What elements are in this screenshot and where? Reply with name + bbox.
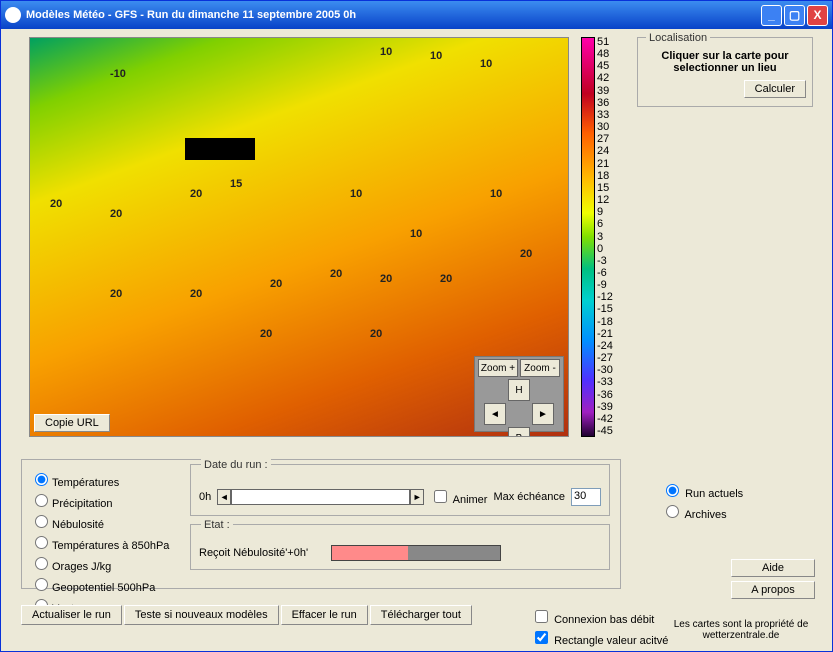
radio-run-actuels[interactable]: Run actuels xyxy=(661,481,743,500)
pan-down-button[interactable]: B xyxy=(508,427,530,436)
aide-button[interactable]: Aide xyxy=(731,559,815,577)
radio-nebulosite[interactable]: Nébulosité xyxy=(30,512,180,531)
rectangle-checkbox[interactable]: Rectangle valeur acitvé xyxy=(531,628,668,647)
zoom-in-button[interactable]: Zoom + xyxy=(478,359,518,377)
teste-button[interactable]: Teste si nouveaux modèles xyxy=(124,605,279,625)
localisation-group: Localisation Cliquer sur la carte pour s… xyxy=(637,37,813,107)
etat-group: Etat : Reçoit Nébulosité'+0h' xyxy=(190,524,610,570)
map-panel: -10 10 10 10 20 20 20 15 10 10 20 20 20 … xyxy=(29,37,569,437)
redacted-region xyxy=(185,138,255,160)
legend-ticks: 51484542393633302724211815129630-3-6-9-1… xyxy=(597,37,613,437)
pan-right-button[interactable]: ► xyxy=(532,403,554,425)
animer-checkbox[interactable]: Animer xyxy=(430,487,487,506)
options-checkboxes: Connexion bas débit Rectangle valeur aci… xyxy=(531,605,668,649)
actualiser-button[interactable]: Actualiser le run xyxy=(21,605,122,625)
help-buttons: Aide A propos xyxy=(731,559,815,603)
minimize-button[interactable]: _ xyxy=(761,5,782,26)
credit-text: Les cartes sont la propriété de wetterze… xyxy=(661,619,821,641)
window-title: Modèles Météo - GFS - Run du dimanche 11… xyxy=(26,9,356,21)
effacer-button[interactable]: Effacer le run xyxy=(281,605,368,625)
bas-debit-checkbox[interactable]: Connexion bas débit xyxy=(531,607,668,626)
slider-track[interactable] xyxy=(231,489,410,505)
action-buttons: Actualiser le run Teste si nouveaux modè… xyxy=(21,605,472,625)
copy-url-button[interactable]: Copie URL xyxy=(34,414,110,432)
run-date-group: Date du run : 0h ◄ ► Animer Max échéance… xyxy=(190,464,610,516)
radio-archives[interactable]: Archives xyxy=(661,502,743,521)
map-nav-panel: Zoom + Zoom - H ◄ ► B xyxy=(474,356,564,432)
close-button[interactable]: X xyxy=(807,5,828,26)
progress-bar xyxy=(331,545,501,561)
etat-label: Etat : xyxy=(201,519,233,531)
radio-precipitation[interactable]: Précipitation xyxy=(30,491,180,510)
radio-temp850[interactable]: Températures à 850hPa xyxy=(30,533,180,552)
telecharger-button[interactable]: Télécharger tout xyxy=(370,605,472,625)
layer-radios: Températures Précipitation Nébulosité Te… xyxy=(30,468,180,617)
apropos-button[interactable]: A propos xyxy=(731,581,815,599)
slider-left-icon[interactable]: ◄ xyxy=(217,489,231,505)
controls-panel: Températures Précipitation Nébulosité Te… xyxy=(21,459,621,589)
run-date-label: Date du run : xyxy=(201,459,271,471)
localisation-label: Localisation xyxy=(646,32,710,44)
color-bar xyxy=(581,37,595,437)
run-mode-radios: Run actuels Archives xyxy=(661,479,743,523)
radio-temperatures[interactable]: Températures xyxy=(30,470,180,489)
title-bar: Modèles Météo - GFS - Run du dimanche 11… xyxy=(1,1,832,29)
run-hour: 0h xyxy=(199,491,211,503)
max-echeance-input[interactable]: 30 xyxy=(571,488,601,506)
pan-up-button[interactable]: H xyxy=(508,379,530,401)
localisation-hint: Cliquer sur la carte pour selectionner u… xyxy=(644,50,806,74)
max-echeance-label: Max échéance xyxy=(493,491,565,503)
radio-geopotentiel[interactable]: Geopotentiel 500hPa xyxy=(30,575,180,594)
etat-status: Reçoit Nébulosité'+0h' xyxy=(199,547,308,559)
weather-map[interactable]: -10 10 10 10 20 20 20 15 10 10 20 20 20 … xyxy=(30,38,568,436)
calculer-button[interactable]: Calculer xyxy=(744,80,806,98)
time-slider[interactable]: ◄ ► xyxy=(217,489,424,505)
app-icon xyxy=(5,7,21,23)
radio-orages[interactable]: Orages J/kg xyxy=(30,554,180,573)
maximize-button[interactable]: ▢ xyxy=(784,5,805,26)
slider-right-icon[interactable]: ► xyxy=(410,489,424,505)
color-legend: 51484542393633302724211815129630-3-6-9-1… xyxy=(581,37,621,437)
pan-left-button[interactable]: ◄ xyxy=(484,403,506,425)
zoom-out-button[interactable]: Zoom - xyxy=(520,359,560,377)
